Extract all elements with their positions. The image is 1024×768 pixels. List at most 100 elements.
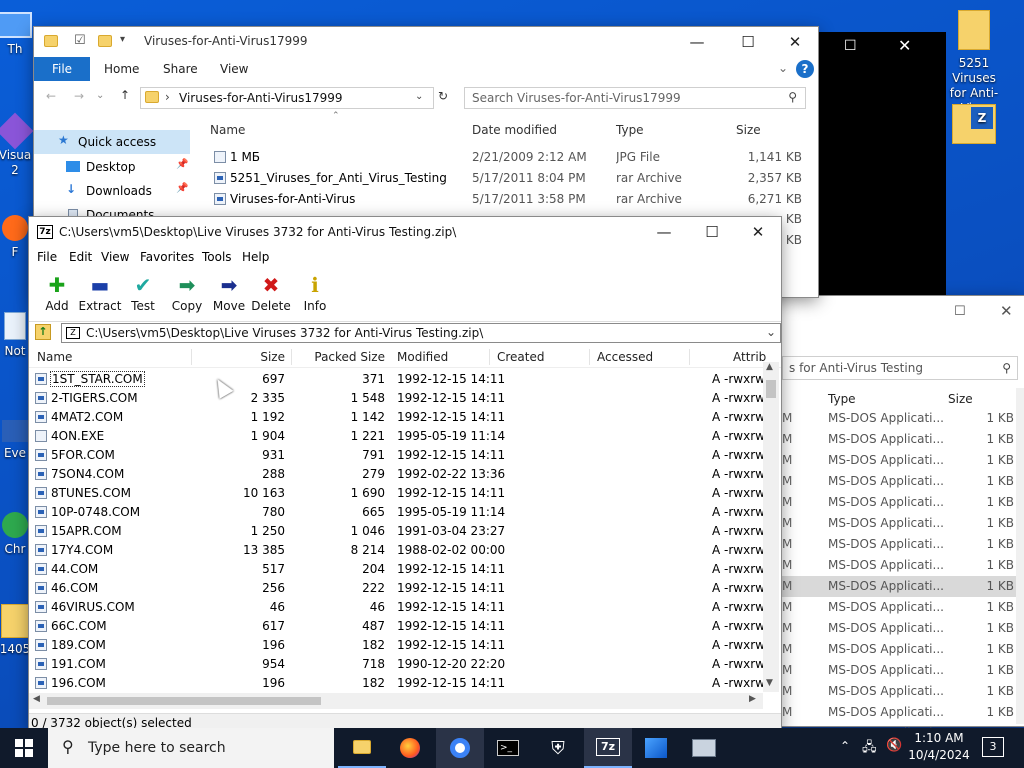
app-taskbar-icon[interactable] [632,728,680,768]
scroll-thumb[interactable] [766,380,776,398]
file-explorer-taskbar-icon[interactable] [338,728,386,768]
archive-row[interactable]: 8TUNES.COM 10 163 1 690 1992-12-15 14:11 A -… [29,484,763,503]
file-row[interactable]: 5251_Viruses_for_Anti_Virus_Testing 5/17/… [210,168,810,189]
address-dropdown-icon[interactable]: ⌄ [415,91,423,102]
archive-row[interactable]: 17Y4.COM 13 385 8 214 1988-02-02 00:00 A -rw… [29,541,763,560]
col-modified[interactable]: Modified [397,346,448,368]
col-name[interactable]: Name [37,346,72,368]
recent-dropdown-icon[interactable]: ⌄ [96,90,104,101]
menu-view[interactable]: View [101,250,129,264]
terminal-taskbar-icon[interactable]: >_ [484,728,532,768]
toolbar-delete-button[interactable]: ✖ Delete [249,271,293,313]
file-row[interactable]: M MS-DOS Applicati... 1 KB [782,513,1024,534]
col-date-modified[interactable]: Date modified [472,119,557,141]
scroll-down-icon[interactable]: ▼ [766,678,773,688]
col-created[interactable]: Created [497,346,545,368]
vertical-scrollbar[interactable]: ▲ ▼ [763,362,779,692]
search-box[interactable]: Search Viruses-for-Anti-Virus17999 ⚲ [464,87,806,109]
toolbar-test-button[interactable]: ✔ Test [121,271,165,313]
sevenzip-close-button[interactable]: ✕ [735,217,781,247]
dark-window-maximize-icon[interactable]: ☐ [844,38,857,54]
archive-row[interactable]: 1ST_STAR.COM 697 371 1992-12-15 14:11 A -rwx… [29,370,763,389]
file-row[interactable]: M MS-DOS Applicati... 1 KB [782,429,1024,450]
menu-edit[interactable]: Edit [69,250,92,264]
toolbar-extract-button[interactable]: ▬ Extract [78,271,122,313]
nav-item-quick-access[interactable]: ★ Quick access [34,130,190,154]
refresh-icon[interactable]: ↻ [438,89,448,103]
ribbon-expand-icon[interactable]: ⌄ [778,61,788,75]
archive-row[interactable]: 46VIRUS.COM 46 46 1992-12-15 14:11 A -rwxrwx [29,598,763,617]
file-row[interactable]: M MS-DOS Applicati... 1 KB [782,450,1024,471]
horizontal-scrollbar[interactable]: ◀ ▶ [29,693,763,709]
explorer2-search-box[interactable]: s for Anti-Virus Testing ⚲ [782,356,1018,380]
archive-row[interactable]: 189.COM 196 182 1992-12-15 14:11 A -rwxrwx [29,636,763,655]
archive-row[interactable]: 196.COM 196 182 1992-12-15 14:11 A -rwxrwx [29,674,763,693]
start-button[interactable] [0,728,48,768]
file-row[interactable]: M MS-DOS Applicati... 1 KB [782,534,1024,555]
explorer2-col-type[interactable]: Type [828,388,856,410]
folder-up-icon[interactable]: ↑ [35,324,51,340]
minimize-button[interactable]: — [674,27,720,57]
archive-row[interactable]: 5FOR.COM 931 791 1992-12-15 14:11 A -rwxrwx [29,446,763,465]
file-row[interactable]: M MS-DOS Applicati... 1 KB [782,597,1024,618]
archive-row[interactable]: 2-TIGERS.COM 2 335 1 548 1992-12-15 14:11 A … [29,389,763,408]
file-row[interactable]: M MS-DOS Applicati... 1 KB [782,471,1024,492]
toolbar-info-button[interactable]: ℹ Info [293,271,337,313]
up-icon[interactable]: ↑ [120,88,130,102]
menu-file[interactable]: File [37,250,57,264]
file-row[interactable]: M MS-DOS Applicati... 1 KB [782,576,1024,597]
archive-row[interactable]: 44.COM 517 204 1992-12-15 14:11 A -rwxrwx [29,560,763,579]
tab-view[interactable]: View [208,57,260,81]
tray-chevron-icon[interactable]: ⌃ [840,739,850,753]
qat-dropdown-icon[interactable]: ▾ [120,34,125,45]
sevenzip-minimize-button[interactable]: — [641,217,687,247]
col-accessed[interactable]: Accessed [597,346,653,368]
hscroll-thumb[interactable] [47,697,321,705]
col-size[interactable]: Size [229,346,285,368]
file-row[interactable]: M MS-DOS Applicati... 1 KB [782,555,1024,576]
file-row[interactable]: M MS-DOS Applicati... 1 KB [782,408,1024,429]
desktop-icon-7z-archive[interactable]: Z [937,104,1011,144]
back-icon[interactable]: ← [46,89,56,103]
explorer2-close-icon[interactable]: ✕ [1000,302,1013,320]
col-type[interactable]: Type [616,119,644,141]
security-taskbar-icon[interactable]: ⛨ [534,728,582,768]
file-row[interactable]: M MS-DOS Applicati... 1 KB [782,639,1024,660]
properties-icon[interactable]: ☑ [74,33,86,48]
archive-row[interactable]: 66C.COM 617 487 1992-12-15 14:11 A -rwxrwx [29,617,763,636]
archive-row[interactable]: 4ON.EXE 1 904 1 221 1995-05-19 11:14 A -rwxr… [29,427,763,446]
archive-row[interactable]: 46.COM 256 222 1992-12-15 14:11 A -rwxrwx [29,579,763,598]
tab-home[interactable]: Home [92,57,151,81]
file-row[interactable]: M MS-DOS Applicati... 1 KB [782,492,1024,513]
new-folder-icon[interactable] [98,35,112,47]
archive-row[interactable]: 7SON4.COM 288 279 1992-02-22 13:36 A -rwxrwx [29,465,763,484]
file-row[interactable]: M MS-DOS Applicati... 1 KB [782,702,1024,723]
rdp-taskbar-icon[interactable] [680,728,728,768]
path-box[interactable]: Z C:\Users\vm5\Desktop\Live Viruses 3732… [61,323,781,343]
col-name[interactable]: Name [210,119,245,141]
tab-share[interactable]: Share [151,57,210,81]
taskbar-search-box[interactable]: ⚲ Type here to search [48,728,334,768]
forward-icon[interactable]: → [74,89,84,103]
scroll-up-icon[interactable]: ▲ [766,362,773,372]
toolbar-copy-button[interactable]: ➡ Copy [165,271,209,313]
archive-row[interactable]: 15APR.COM 1 250 1 046 1991-03-04 23:27 A -rw… [29,522,763,541]
file-row[interactable]: M MS-DOS Applicati... 1 KB [782,660,1024,681]
nav-item-downloads[interactable]: ↓ Downloads 📌 [34,180,190,202]
desktop-icon-5251-viruses[interactable]: 5251 Viruses for Anti-Vir... [937,10,1011,116]
scroll-left-icon[interactable]: ◀ [33,694,40,704]
file-row[interactable]: M MS-DOS Applicati... 1 KB [782,618,1024,639]
explorer2-col-size[interactable]: Size [948,388,973,410]
archive-row[interactable]: 191.COM 954 718 1990-12-20 22:20 A -rwxrwx [29,655,763,674]
col-attrib[interactable]: Attrib [733,346,767,368]
maximize-button[interactable]: ☐ [725,27,771,57]
dark-window-close-icon[interactable]: ✕ [898,36,911,55]
chrome-taskbar-icon[interactable] [436,728,484,768]
firefox-taskbar-icon[interactable] [386,728,434,768]
file-row[interactable]: 1 МБ 2/21/2009 2:12 AM JPG File 1,141 KB [210,147,810,168]
col-size[interactable]: Size [736,119,761,141]
path-dropdown-icon[interactable]: ⌄ [766,325,776,339]
col-packed-size[interactable]: Packed Size [305,346,385,368]
menu-favorites[interactable]: Favorites [140,250,194,264]
clock[interactable]: 1:10 AM 10/4/2024 [908,730,970,764]
